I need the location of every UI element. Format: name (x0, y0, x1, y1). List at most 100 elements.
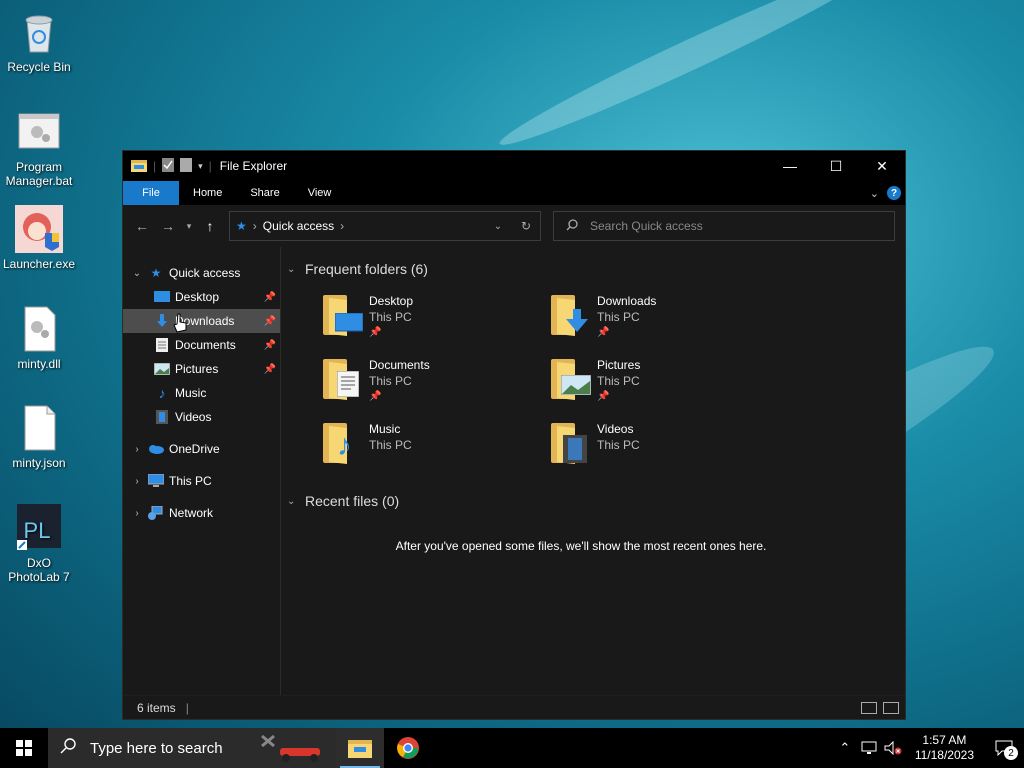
desktop-icon-dxo-photolab[interactable]: PL DxO PhotoLab 7 (0, 504, 78, 584)
search-highlight-racing-icon (260, 734, 330, 766)
downloads-folder-icon (551, 293, 591, 336)
tab-file[interactable]: File (123, 181, 179, 205)
chevron-down-icon[interactable]: ⌄ (127, 268, 147, 279)
sidebar-item-this-pc[interactable]: › This PC (123, 469, 280, 493)
videos-folder-icon (551, 421, 591, 464)
desktop-icon-launcher[interactable]: Launcher.exe (0, 205, 78, 271)
folder-tile-downloads[interactable]: Downloads This PC 📌 (551, 293, 779, 341)
sidebar-item-music[interactable]: ♪ Music (123, 381, 280, 405)
chrome-icon (397, 737, 419, 759)
pin-icon: 📌 (263, 315, 276, 327)
breadcrumb-chevron-icon[interactable]: › (340, 219, 344, 233)
tab-view[interactable]: View (294, 181, 346, 205)
taskbar-chrome[interactable] (384, 728, 432, 768)
quick-access-star-icon: ★ (236, 219, 247, 233)
close-button[interactable]: ✕ (859, 151, 905, 181)
action-center-button[interactable]: 2 (984, 728, 1024, 768)
window-title: File Explorer (219, 159, 288, 173)
desktop-icon-label: DxO PhotoLab 7 (8, 556, 70, 584)
recent-files-header[interactable]: ⌄ Recent files (0) (287, 491, 905, 511)
chevron-right-icon[interactable]: › (127, 476, 147, 487)
sidebar-item-quick-access[interactable]: ⌄ ★ Quick access (123, 261, 280, 285)
launcher-app-icon (15, 205, 63, 253)
desktop-icon-program-manager[interactable]: Program Manager.bat (0, 108, 78, 188)
start-button[interactable] (0, 728, 48, 768)
maximize-button[interactable]: ☐ (813, 151, 859, 181)
taskbar-search-placeholder: Type here to search (90, 739, 223, 757)
music-note-icon: ♪ (158, 385, 166, 401)
new-folder-icon[interactable] (180, 157, 193, 175)
tab-home[interactable]: Home (179, 181, 236, 205)
customize-toolbar-icon[interactable]: ▾ (198, 161, 203, 172)
pin-icon: 📌 (597, 391, 610, 402)
desktop-icon-minty-dll[interactable]: minty.dll (0, 305, 78, 371)
recycle-bin-icon (15, 8, 63, 56)
sidebar-item-downloads[interactable]: Downloads 📌 (123, 309, 280, 333)
search-box[interactable]: Search Quick access (553, 211, 895, 241)
taskbar-clock[interactable]: 1:57 AM 11/18/2023 (905, 733, 984, 763)
sidebar-item-pictures[interactable]: Pictures 📌 (123, 357, 280, 381)
large-icons-view-icon[interactable] (883, 701, 899, 714)
desktop-folder-icon (323, 293, 363, 336)
desktop-icon-recycle-bin[interactable]: Recycle Bin (0, 8, 78, 74)
pin-icon: 📌 (263, 339, 276, 351)
properties-icon[interactable] (162, 157, 175, 175)
chevron-right-icon[interactable]: › (127, 508, 147, 519)
section-title: Frequent folders (6) (305, 261, 428, 277)
section-title: Recent files (0) (305, 493, 400, 509)
downloads-arrow-icon (153, 313, 171, 329)
folder-tile-pictures[interactable]: Pictures This PC 📌 (551, 357, 779, 405)
sidebar-item-label: Desktop (175, 290, 220, 304)
chevron-right-icon[interactable]: › (127, 444, 147, 455)
expand-ribbon-icon[interactable]: ⌄ (870, 187, 879, 200)
tab-share[interactable]: Share (236, 181, 293, 205)
network-status-icon[interactable] (857, 741, 881, 755)
navigation-bar: ← → ▾ ↑ ★ › Quick access › ⌄ ↻ Search Qu… (123, 205, 905, 247)
details-view-icon[interactable] (861, 701, 877, 714)
breadcrumb-quick-access[interactable]: Quick access (263, 219, 334, 233)
music-folder-icon: ♪ (323, 421, 363, 464)
sidebar-item-label: OneDrive (169, 442, 220, 456)
taskbar: Type here to search ⌃ 1:57 AM 11/18/2023… (0, 728, 1024, 768)
folder-name: Pictures (597, 358, 641, 372)
sidebar-item-network[interactable]: › Network (123, 501, 280, 525)
sidebar-item-documents[interactable]: Documents 📌 (123, 333, 280, 357)
folder-tile-documents[interactable]: Documents This PC 📌 (323, 357, 551, 405)
frequent-folders-header[interactable]: ⌄ Frequent folders (6) (287, 259, 905, 279)
notification-badge: 2 (1004, 746, 1018, 760)
chevron-down-icon[interactable]: ⌄ (287, 496, 303, 507)
breadcrumb-chevron-icon: › (252, 219, 257, 233)
chevron-down-icon[interactable]: ⌄ (287, 264, 303, 275)
sidebar-item-label: Music (175, 386, 207, 400)
desktop-icon-label: Program Manager.bat (5, 160, 73, 188)
pin-icon: 📌 (263, 291, 276, 303)
taskbar-file-explorer[interactable] (336, 728, 384, 768)
network-icon (147, 505, 165, 521)
taskbar-search-box[interactable]: Type here to search (48, 728, 336, 768)
sidebar-item-videos[interactable]: Videos (123, 405, 280, 429)
folder-tile-desktop[interactable]: Desktop This PC 📌 (323, 293, 551, 341)
address-dropdown-icon[interactable]: ⌄ (484, 221, 512, 232)
sidebar-item-onedrive[interactable]: › OneDrive (123, 437, 280, 461)
show-hidden-icons-chevron-icon[interactable]: ⌃ (833, 740, 857, 756)
desktop-icon-minty-json[interactable]: minty.json (0, 404, 78, 470)
folder-name: Music (369, 422, 401, 436)
item-count: 6 items (137, 700, 176, 715)
title-bar[interactable]: | ▾ | File Explorer — ☐ ✕ (123, 151, 905, 181)
back-button[interactable]: ← (129, 213, 155, 239)
dll-file-icon (15, 305, 63, 353)
sidebar-item-desktop[interactable]: Desktop 📌 (123, 285, 280, 309)
system-tray: ⌃ 1:57 AM 11/18/2023 2 (833, 728, 1024, 768)
refresh-icon[interactable]: ↻ (512, 219, 540, 233)
folder-name: Desktop (369, 294, 414, 308)
address-bar[interactable]: ★ › Quick access › ⌄ ↻ (229, 211, 541, 241)
folder-tile-music[interactable]: ♪ Music This PC (323, 421, 551, 469)
folder-tile-videos[interactable]: Videos This PC (551, 421, 779, 469)
volume-muted-icon[interactable] (881, 741, 905, 755)
up-button[interactable]: ↑ (197, 213, 223, 239)
forward-button[interactable]: → (155, 213, 181, 239)
help-icon[interactable]: ? (887, 186, 901, 200)
minimize-button[interactable]: — (767, 151, 813, 181)
computer-icon (147, 473, 165, 489)
recent-locations-icon[interactable]: ▾ (181, 213, 197, 239)
